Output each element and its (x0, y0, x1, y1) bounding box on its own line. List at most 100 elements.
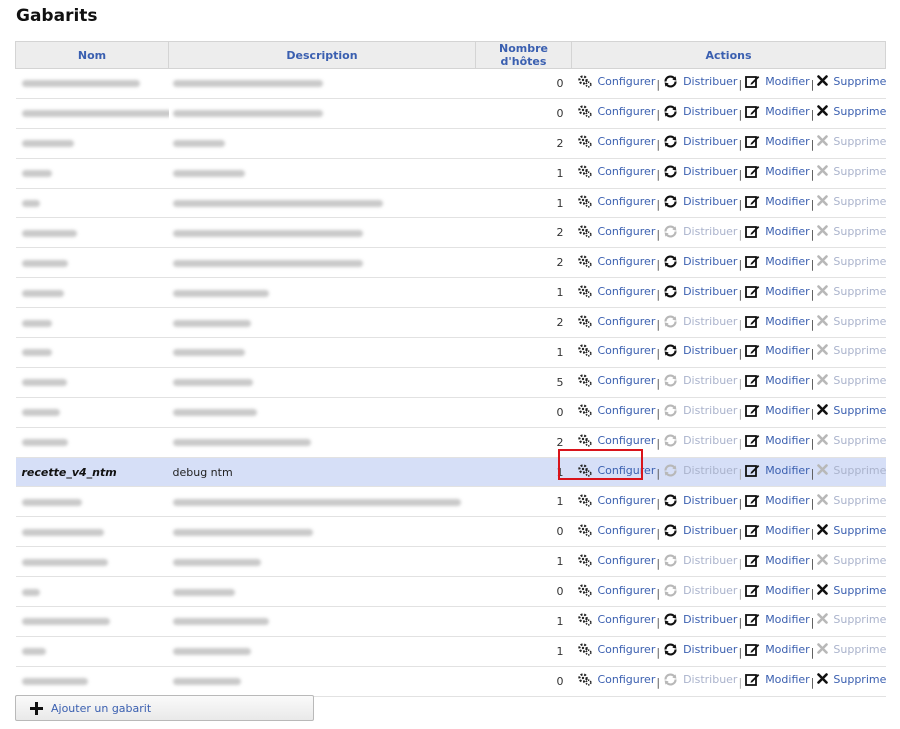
table-row[interactable]: 2 Configurer | Distribuer | Modifier | Supprime… (15, 307, 886, 339)
configure-link[interactable]: Configurer (577, 285, 655, 298)
delete-link[interactable]: Supprimer (817, 584, 886, 597)
template-name-redacted (15, 636, 169, 667)
delete-link[interactable]: Supprimer (817, 404, 886, 417)
distribute-link[interactable]: Distribuer (663, 195, 737, 208)
distribute-link[interactable]: Distribuer (663, 75, 737, 88)
template-description-redacted (168, 307, 476, 339)
table-row[interactable]: 1 Configurer | Distribuer | Modifier | Supprime… (15, 158, 886, 189)
table-row[interactable]: 2 Configurer | Distribuer | Modifier | Supprime… (15, 247, 886, 279)
modify-link[interactable]: Modifier (745, 494, 810, 507)
configure-link[interactable]: Configurer (577, 135, 655, 148)
table-row[interactable]: 1 Configurer | Distribuer | Modifier | Supprime… (15, 337, 886, 368)
distribute-link[interactable]: Distribuer (663, 344, 737, 357)
table-row[interactable]: 1 Configurer | Distribuer | Modifier | Supprime… (15, 546, 886, 578)
modify-link[interactable]: Modifier (745, 464, 810, 477)
column-header-description[interactable]: Description (168, 41, 476, 69)
delete-link[interactable]: Supprimer (817, 673, 886, 686)
configure-link[interactable]: Configurer (577, 554, 655, 567)
distribute-link[interactable]: Distribuer (663, 135, 737, 148)
modify-link[interactable]: Modifier (745, 285, 810, 298)
table-row[interactable]: 1 Configurer | Distribuer | Modifier | Supprime… (15, 636, 886, 667)
modify-link[interactable]: Modifier (745, 315, 810, 328)
configure-link[interactable]: Configurer (577, 434, 655, 447)
action-separator: | (738, 616, 743, 630)
table-row[interactable]: 0 Configurer | Distribuer | Modifier | Supprime… (15, 576, 886, 608)
action-separator: | (656, 108, 661, 122)
column-header-name[interactable]: Nom (15, 41, 169, 69)
refresh-icon (663, 643, 679, 656)
configure-link[interactable]: Configurer (577, 643, 655, 656)
table-row[interactable]: 0 Configurer | Distribuer | Modifier | Supprime… (15, 666, 886, 697)
table-row[interactable]: 1 Configurer | Distribuer | Modifier | Supprime… (15, 486, 886, 518)
configure-link[interactable]: Configurer (577, 165, 655, 178)
table-row[interactable]: 1 Configurer | Distribuer | Modifier | Supprime… (15, 606, 886, 637)
modify-link[interactable]: Modifier (745, 344, 810, 357)
modify-link[interactable]: Modifier (745, 613, 810, 626)
distribute-link[interactable]: Distribuer (663, 613, 737, 626)
distribute-link[interactable]: Distribuer (663, 524, 737, 537)
table-row[interactable]: 0 Configurer | Distribuer | Modifier | Supprime… (15, 397, 886, 428)
table-row[interactable]: 2 Configurer | Distribuer | Modifier | Supprime… (15, 217, 886, 249)
configure-link[interactable]: Configurer (577, 464, 655, 477)
modify-link[interactable]: Modifier (745, 554, 810, 567)
configure-link[interactable]: Configurer (577, 225, 655, 238)
delete-link[interactable]: Supprimer (817, 105, 886, 118)
table-row[interactable]: 2 Configurer | Distribuer | Modifier | Supprime… (15, 427, 886, 458)
configure-link[interactable]: Configurer (577, 344, 655, 357)
action-separator: | (656, 556, 661, 570)
modify-link[interactable]: Modifier (745, 75, 810, 89)
table-row[interactable]: 0 Configurer | Distribuer | Modifier | Supprime… (15, 516, 886, 548)
modify-label: Modifier (765, 75, 810, 89)
distribute-link[interactable]: Distribuer (663, 285, 737, 298)
table-row[interactable]: 5 Configurer | Distribuer | Modifier | Supprime… (15, 367, 886, 398)
table-row[interactable]: 1 Configurer | Distribuer | Modifier | Supprime… (15, 188, 886, 219)
modify-link[interactable]: Modifier (745, 404, 810, 417)
distribute-link[interactable]: Distribuer (663, 165, 737, 178)
configure-link[interactable]: Configurer (577, 75, 655, 88)
table-row[interactable]: recette_v4_ntm debug ntm 1 Configurer | Distr… (15, 457, 886, 488)
modify-link[interactable]: Modifier (745, 195, 810, 208)
configure-link[interactable]: Configurer (577, 105, 655, 118)
table-row[interactable]: 2 Configurer | Distribuer | Modifier | Supprime… (15, 128, 886, 159)
action-separator: | (738, 227, 743, 241)
column-header-host-count[interactable]: Nombre d'hôtes (475, 41, 572, 69)
distribute-link[interactable]: Distribuer (663, 643, 737, 656)
modify-link[interactable]: Modifier (745, 225, 810, 238)
delete-link: Supprimer (817, 494, 886, 507)
modify-link[interactable]: Modifier (745, 105, 810, 118)
action-separator: | (810, 257, 815, 271)
distribute-link[interactable]: Distribuer (663, 494, 737, 507)
modify-link[interactable]: Modifier (745, 255, 810, 268)
modify-link[interactable]: Modifier (745, 165, 810, 178)
distribute-link[interactable]: Distribuer (663, 255, 737, 268)
delete-link: Supprimer (817, 434, 886, 447)
add-template-button[interactable]: Ajouter un gabarit (15, 695, 314, 721)
modify-link[interactable]: Modifier (745, 135, 810, 148)
modify-link[interactable]: Modifier (745, 374, 810, 387)
configure-link[interactable]: Configurer (577, 255, 655, 268)
configure-link[interactable]: Configurer (577, 524, 655, 537)
action-separator: | (810, 586, 815, 600)
modify-link[interactable]: Modifier (745, 434, 810, 447)
host-count: 2 (475, 307, 572, 339)
table-row[interactable]: 1 Configurer | Distribuer | Modifier | Supprime… (15, 277, 886, 309)
modify-link[interactable]: Modifier (745, 524, 810, 537)
modify-link[interactable]: Modifier (745, 673, 810, 686)
configure-link[interactable]: Configurer (577, 494, 655, 507)
configure-link[interactable]: Configurer (577, 584, 655, 597)
modify-link[interactable]: Modifier (745, 643, 810, 656)
distribute-link[interactable]: Distribuer (663, 105, 737, 118)
delete-link[interactable]: Supprimer (817, 75, 886, 89)
configure-link[interactable]: Configurer (577, 195, 655, 208)
configure-link[interactable]: Configurer (577, 315, 655, 328)
delete-label: Supprimer (833, 75, 886, 89)
configure-link[interactable]: Configurer (577, 374, 655, 387)
delete-link[interactable]: Supprimer (817, 524, 886, 537)
modify-link[interactable]: Modifier (745, 584, 810, 597)
table-row[interactable]: 0 Configurer | Distribuer | Modifier | Supprime… (15, 98, 886, 129)
configure-link[interactable]: Configurer (577, 613, 655, 626)
configure-link[interactable]: Configurer (577, 404, 655, 417)
action-separator: | (656, 676, 661, 690)
table-row[interactable]: 0 Configurer | Distribuer | Modifier | Supprime… (15, 68, 886, 99)
configure-link[interactable]: Configurer (577, 673, 655, 686)
